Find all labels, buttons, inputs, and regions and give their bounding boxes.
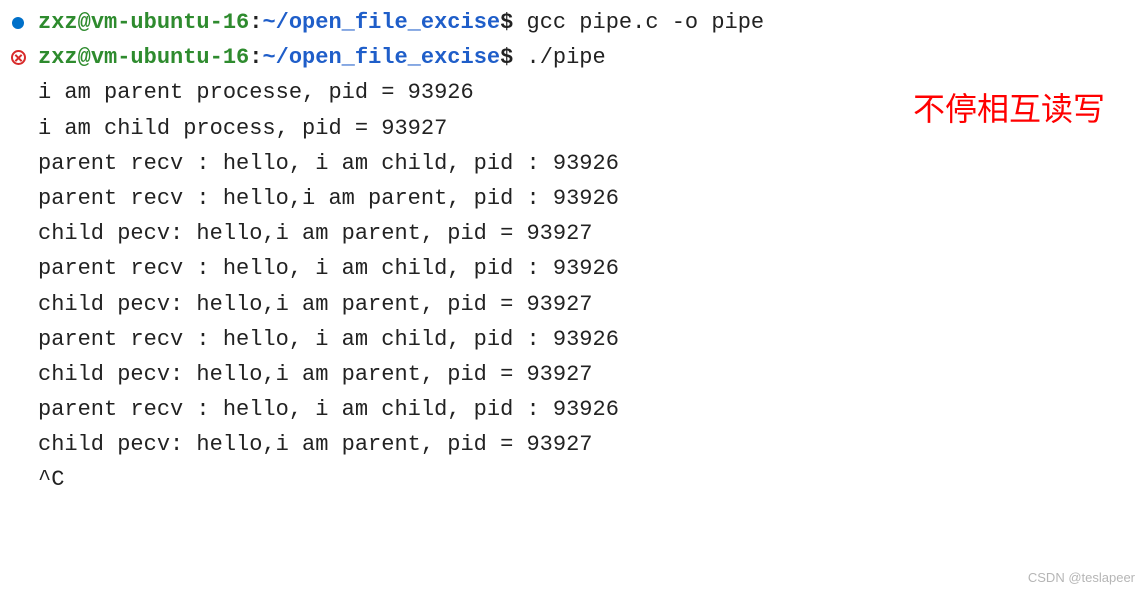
- prompt-host: vm-ubuntu-16: [91, 45, 249, 70]
- prompt-at: @: [78, 45, 91, 70]
- output-text: parent recv : hello, i am child, pid : 9…: [38, 392, 619, 427]
- prompt-colon: :: [249, 45, 262, 70]
- annotation-text: 不停相互读写: [913, 84, 1105, 135]
- blue-dot-icon: [12, 17, 24, 29]
- prompt-dollar: $: [500, 45, 513, 70]
- output-text: parent recv : hello, i am child, pid : 9…: [38, 146, 619, 181]
- output-text: parent recv : hello, i am child, pid : 9…: [38, 251, 619, 286]
- prompt-user: zxz: [38, 45, 78, 70]
- terminal-output-line: child pecv: hello,i am parent, pid = 939…: [8, 216, 1145, 251]
- terminal-line-2: zxz@vm-ubuntu-16:~/open_file_excise$ ./p…: [8, 40, 1145, 75]
- terminal-output-line: child pecv: hello,i am parent, pid = 939…: [8, 427, 1145, 462]
- output-text: ^C: [38, 462, 64, 497]
- output-text: child pecv: hello,i am parent, pid = 939…: [38, 357, 593, 392]
- prompt-line: zxz@vm-ubuntu-16:~/open_file_excise$ ./p…: [38, 40, 606, 75]
- output-text: child pecv: hello,i am parent, pid = 939…: [38, 216, 593, 251]
- terminal-output-line: parent recv : hello,i am parent, pid : 9…: [8, 181, 1145, 216]
- prompt-line: zxz@vm-ubuntu-16:~/open_file_excise$ gcc…: [38, 5, 764, 40]
- terminal-output-line: parent recv : hello, i am child, pid : 9…: [8, 146, 1145, 181]
- terminal-output-line: parent recv : hello, i am child, pid : 9…: [8, 322, 1145, 357]
- prompt-colon: :: [249, 10, 262, 35]
- terminal-output-line: ^C: [8, 462, 1145, 497]
- output-text: parent recv : hello,i am parent, pid : 9…: [38, 181, 619, 216]
- terminal-line-1: zxz@vm-ubuntu-16:~/open_file_excise$ gcc…: [8, 5, 1145, 40]
- terminal-output-line: child pecv: hello,i am parent, pid = 939…: [8, 357, 1145, 392]
- command-text: ./pipe: [513, 45, 605, 70]
- watermark-text: CSDN @teslapeer: [1028, 568, 1135, 589]
- prompt-path: ~/open_file_excise: [262, 10, 500, 35]
- output-text: child pecv: hello,i am parent, pid = 939…: [38, 287, 593, 322]
- red-x-icon: [11, 50, 26, 65]
- prompt-at: @: [78, 10, 91, 35]
- output-text: child pecv: hello,i am parent, pid = 939…: [38, 427, 593, 462]
- gutter-marker-modified: [8, 17, 38, 29]
- output-text: parent recv : hello, i am child, pid : 9…: [38, 322, 619, 357]
- prompt-path: ~/open_file_excise: [262, 45, 500, 70]
- terminal-output-line: parent recv : hello, i am child, pid : 9…: [8, 251, 1145, 286]
- output-text: i am parent processe, pid = 93926: [38, 75, 474, 110]
- prompt-host: vm-ubuntu-16: [91, 10, 249, 35]
- prompt-user: zxz: [38, 10, 78, 35]
- command-text: gcc pipe.c -o pipe: [513, 10, 764, 35]
- gutter-marker-error: [8, 50, 38, 65]
- terminal-output-line: parent recv : hello, i am child, pid : 9…: [8, 392, 1145, 427]
- output-text: i am child process, pid = 93927: [38, 111, 447, 146]
- prompt-dollar: $: [500, 10, 513, 35]
- terminal-output-line: child pecv: hello,i am parent, pid = 939…: [8, 287, 1145, 322]
